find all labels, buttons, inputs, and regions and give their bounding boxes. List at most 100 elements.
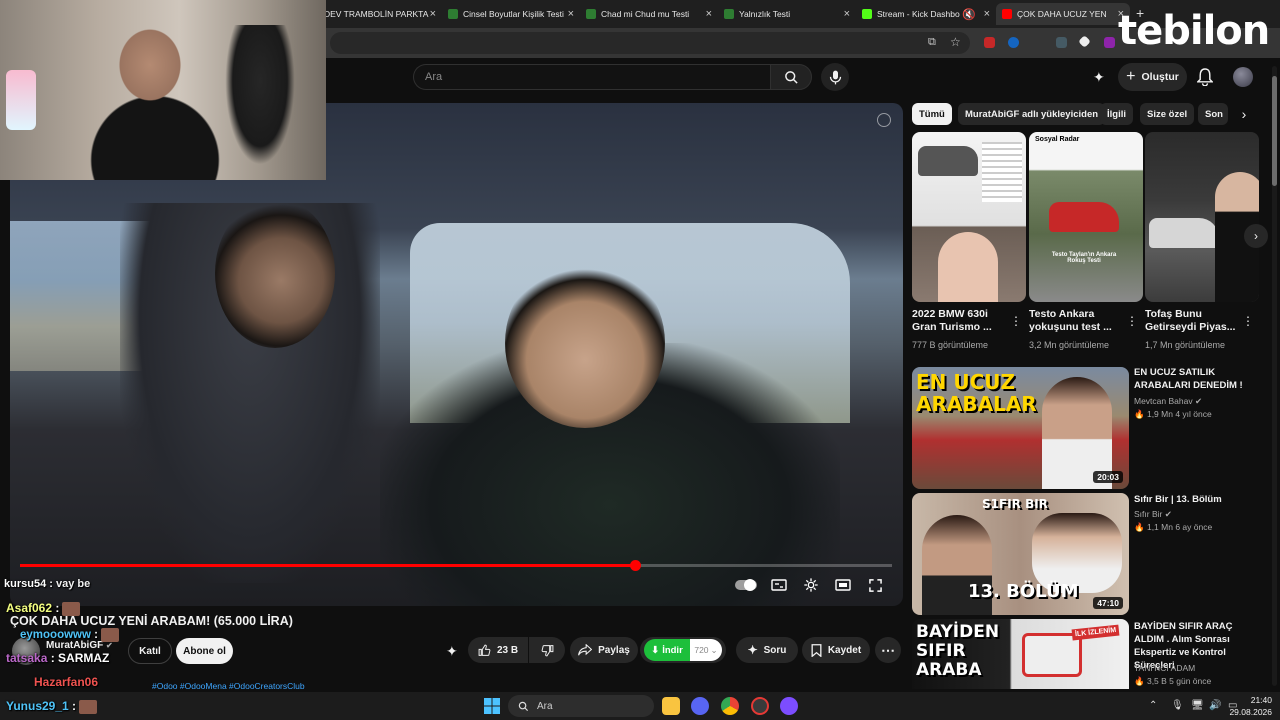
ask-button[interactable]: ✦ Soru <box>736 637 798 663</box>
download-button[interactable]: ⬇ İndir <box>644 639 690 661</box>
more-vertical-icon[interactable]: ⋮ <box>1010 314 1022 328</box>
more-actions-button[interactable]: ⋯ <box>875 637 901 663</box>
theater-mode-button[interactable] <box>832 576 854 594</box>
mute-tab-icon[interactable]: 🔇 <box>962 8 976 21</box>
related-video-channel[interactable]: TANITICI ADAM <box>1134 663 1195 673</box>
short-title[interactable]: 2022 BMW 630i Gran Turismo ... <box>912 308 1012 334</box>
meta-text: 3,5 B 5 gün önce <box>1146 676 1212 686</box>
address-bar[interactable] <box>330 32 970 54</box>
app-icon[interactable] <box>780 697 798 715</box>
chip-for-you[interactable]: Size özel <box>1140 103 1195 125</box>
subscribe-button[interactable]: Abone ol <box>176 638 233 664</box>
shorts-next-button[interactable]: › <box>1244 224 1268 248</box>
network-icon[interactable]: 🖥 <box>1191 700 1204 711</box>
chat-message: kursu54 : vay be <box>4 578 91 590</box>
browser-tab[interactable]: Yalnızlık Testi × <box>718 3 856 25</box>
short-title[interactable]: Testo Ankara yokuşunu test ... <box>1029 308 1129 334</box>
chip-related[interactable]: İlgili <box>1100 103 1133 125</box>
progress-played <box>20 564 635 567</box>
close-tab-icon[interactable]: × <box>984 8 990 20</box>
progress-scrubber[interactable] <box>629 560 641 571</box>
browser-tab-active[interactable]: ÇOK DAHA UCUZ YEN × <box>996 3 1130 25</box>
more-vertical-icon[interactable]: ⋮ <box>1242 314 1254 328</box>
obs-icon[interactable] <box>751 697 769 715</box>
file-explorer-icon[interactable] <box>662 697 680 715</box>
browser-tab[interactable]: Cinsel Boyutlar Kişilik Testi × <box>442 3 580 25</box>
account-avatar[interactable] <box>1233 67 1253 87</box>
related-video-channel[interactable]: Sıfır Bir ✔ <box>1134 509 1172 520</box>
download-quality-select[interactable]: 720 ⌄ <box>690 639 722 661</box>
chat-text: vay be <box>55 578 91 590</box>
chip-recent[interactable]: Son <box>1198 103 1228 125</box>
related-video-title[interactable]: EN UCUZ SATILIK ARABALARI DENEDİM ! <box>1134 366 1264 392</box>
chip-all[interactable]: Tümü <box>912 103 952 125</box>
chat-user: Hazarfan06 <box>34 675 99 689</box>
close-tab-icon[interactable]: × <box>844 8 850 20</box>
short-thumbnail[interactable]: Sosyal Radar Testo Taylan'ın Ankara Roku… <box>1029 132 1143 302</box>
settings-button[interactable] <box>800 576 822 594</box>
taskbar-search[interactable]: Ara <box>508 695 654 717</box>
theater-mode-icon <box>835 579 851 591</box>
notifications-bell-icon[interactable] <box>1197 68 1213 86</box>
close-tab-icon[interactable]: × <box>430 8 436 20</box>
chat-user: eymooowww <box>20 629 91 642</box>
extension-icon[interactable] <box>1056 37 1067 48</box>
voice-search-button[interactable] <box>821 63 849 91</box>
video-progress-bar[interactable] <box>20 560 892 571</box>
fullscreen-button[interactable] <box>864 576 886 594</box>
extension-icon[interactable] <box>1104 37 1115 48</box>
short-thumbnail[interactable] <box>1145 132 1259 302</box>
extension-icon[interactable] <box>1078 35 1091 48</box>
discord-icon[interactable] <box>691 697 709 715</box>
chevron-right-icon[interactable]: › <box>1235 105 1253 123</box>
autoplay-toggle[interactable] <box>735 576 757 594</box>
volume-icon[interactable]: 🔊 <box>1209 700 1221 711</box>
create-button[interactable]: + Oluştur <box>1118 63 1187 91</box>
sparkle-icon[interactable]: ✦ <box>446 643 458 660</box>
browser-tab[interactable]: Chad mi Chud mu Testi × <box>580 3 718 25</box>
scrollbar-thumb[interactable] <box>1272 76 1277 186</box>
related-video-meta: 🔥 1,1 Mn 6 ay önce <box>1134 522 1212 533</box>
webcam-bottle <box>6 70 36 130</box>
bookmark-star-icon[interactable]: ☆ <box>950 35 961 49</box>
chip-from-uploader[interactable]: MuratAbiGF adlı yükleyiciden <box>958 103 1106 125</box>
share-button[interactable]: Paylaş <box>570 637 638 663</box>
short-thumbnail[interactable] <box>912 132 1026 302</box>
install-app-icon[interactable]: ⧉ <box>928 36 936 49</box>
related-video-thumbnail[interactable]: EN UCUZ ARABALAR 20:03 <box>912 367 1129 489</box>
related-video-thumbnail[interactable]: S1FIR BIR 13. BÖLÜM 47:10 <box>912 493 1129 615</box>
subtitles-button[interactable] <box>768 576 790 594</box>
taskbar-search-placeholder: Ara <box>537 700 553 712</box>
windows-start-icon[interactable] <box>484 698 500 714</box>
related-video-title[interactable]: Sıfır Bir | 13. Bölüm <box>1134 493 1264 506</box>
chat-emote-icon <box>100 628 119 642</box>
video-hashtags[interactable]: #Odoo #OdooMena #OdooCreatorsClub <box>152 681 305 691</box>
channel-watermark-icon[interactable] <box>877 113 891 127</box>
windows-taskbar: Ara ⌃ 🎙 🖥 🔊 ▭ 21:40 29.08.2026 <box>0 692 1280 720</box>
more-vertical-icon[interactable]: ⋮ <box>1126 314 1138 328</box>
extension-icon[interactable] <box>984 37 995 48</box>
page-scrollbar[interactable] <box>1272 66 1277 686</box>
studio-icon[interactable]: ✦ <box>1093 69 1105 86</box>
browser-tab[interactable]: Stream - Kick Dashbo 🔇 × <box>856 3 996 25</box>
verified-icon: ✔ <box>1194 396 1203 406</box>
save-button[interactable]: Kaydet <box>802 637 870 663</box>
taskbar-clock[interactable]: 21:40 29.08.2026 <box>1229 694 1272 718</box>
close-tab-icon[interactable]: × <box>706 8 712 20</box>
join-button[interactable]: Katıl <box>128 638 172 664</box>
chrome-icon[interactable] <box>721 697 739 715</box>
meta-text: 1,1 Mn 6 ay önce <box>1146 522 1213 532</box>
extension-icon[interactable] <box>1008 37 1019 48</box>
browser-tab[interactable]: DEV TRAMBOLİN PARKTA × <box>318 3 442 25</box>
chat-emote-icon <box>62 601 81 616</box>
chevron-up-icon[interactable]: ⌃ <box>1149 700 1157 711</box>
close-tab-icon[interactable]: × <box>568 8 574 20</box>
search-button[interactable] <box>770 64 812 90</box>
related-video-channel[interactable]: Mevtcan Bahav ✔ <box>1134 396 1202 407</box>
related-video-thumbnail[interactable]: BAYİDEN SIFIR ARABA İLK İZLENİM <box>912 619 1129 689</box>
dislike-button[interactable] <box>529 637 565 663</box>
short-title[interactable]: Tofaş Bunu Getirseydi Piyas... <box>1145 308 1245 334</box>
like-button[interactable]: 23 B <box>468 637 528 663</box>
microphone-icon[interactable]: 🎙 <box>1171 700 1184 711</box>
search-input[interactable]: Ara <box>413 64 770 90</box>
